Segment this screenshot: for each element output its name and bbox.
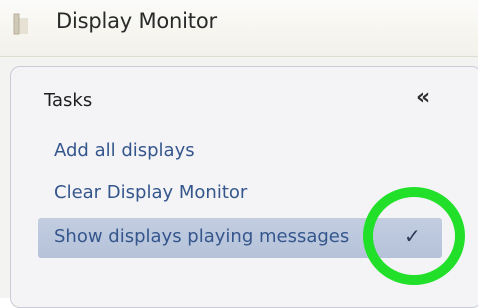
window-title: Display Monitor: [56, 9, 217, 33]
collapse-chevron-icon[interactable]: «: [416, 86, 430, 110]
tasks-heading: Tasks: [44, 90, 93, 111]
display-monitor-window: Display Monitor Tasks « Add all displays…: [0, 0, 478, 308]
monitor-window-icon: [10, 12, 34, 36]
show-displays-playing-messages-link[interactable]: Show displays playing messages: [54, 226, 349, 247]
add-all-displays-link[interactable]: Add all displays: [54, 140, 195, 161]
clear-display-monitor-link[interactable]: Clear Display Monitor: [54, 182, 247, 203]
checkmark-icon: ✓: [404, 224, 421, 248]
title-bar: Display Monitor: [0, 0, 478, 57]
